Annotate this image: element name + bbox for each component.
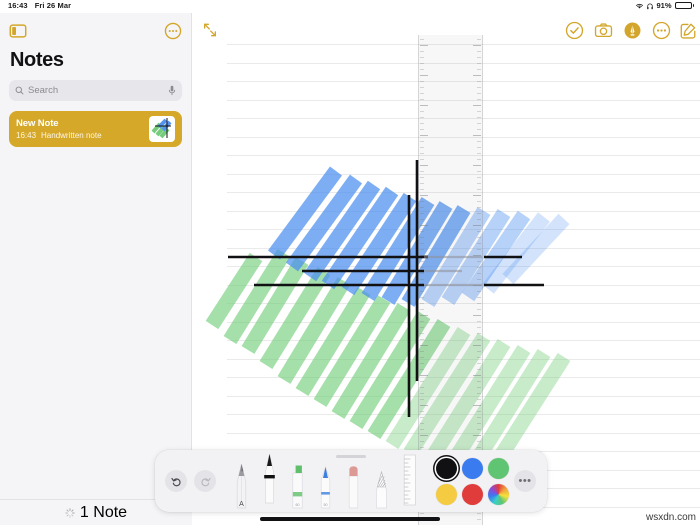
sidebar-header (0, 13, 191, 47)
pen-tool[interactable] (256, 451, 282, 507)
color-swatch-color-picker[interactable] (488, 483, 509, 505)
sync-spinner-icon (65, 507, 75, 518)
battery-percent-label: 91% (656, 1, 672, 10)
undo-button[interactable] (165, 470, 187, 492)
color-swatch-blue[interactable] (462, 457, 483, 479)
status-bar: 16:43 Fri 26 Mar 91% (0, 0, 700, 13)
status-time: 16:43 (8, 1, 28, 10)
palette-more-button[interactable]: ••• (514, 470, 536, 492)
note-detail-pane (192, 13, 700, 525)
note-time: 16:43 (16, 130, 37, 140)
markup-tool-palette: A 60 50 ••• (155, 450, 547, 512)
microphone-icon[interactable] (168, 85, 176, 96)
status-bar-left: 16:43 Fri 26 Mar (8, 1, 71, 10)
svg-text:60: 60 (295, 503, 299, 507)
eraser-tool[interactable] (340, 456, 366, 512)
more-circle-icon[interactable] (163, 21, 183, 41)
note-title: New Note (16, 117, 59, 129)
svg-text:50: 50 (323, 503, 327, 507)
status-bar-right: 91% (635, 1, 694, 10)
color-swatch-black[interactable] (436, 457, 457, 479)
tool-strip: A 60 50 (228, 450, 422, 512)
search-icon (15, 86, 24, 95)
watermark: wsxdn.com (645, 512, 696, 523)
pencil-tool[interactable]: A (228, 456, 254, 512)
headphones-icon (647, 2, 654, 9)
marker-tool[interactable]: 50 (312, 456, 338, 512)
search-bar[interactable] (9, 80, 182, 101)
redo-button[interactable] (194, 470, 216, 492)
ruler-tool[interactable] (396, 451, 422, 507)
undo-arrow-icon (170, 477, 181, 486)
note-subtitle: Handwritten note (41, 130, 102, 140)
svg-text:A: A (239, 501, 244, 508)
search-input[interactable] (28, 85, 168, 96)
color-swatch-green[interactable] (488, 457, 509, 479)
home-indicator[interactable] (260, 517, 440, 521)
ellipsis-icon: ••• (518, 474, 532, 487)
note-meta: 16:43 Handwritten note (16, 130, 149, 141)
redo-arrow-icon (200, 477, 211, 486)
notes-count-label: 1 Note (79, 503, 128, 521)
lasso-tool[interactable] (368, 456, 394, 512)
wifi-icon (636, 3, 644, 8)
color-swatches (436, 457, 509, 505)
battery-icon (674, 1, 694, 10)
page-title: Notes (10, 49, 64, 71)
note-list-item-text: New Note 16:43 Handwritten note (16, 118, 149, 141)
color-swatch-red[interactable] (462, 483, 483, 505)
color-swatch-yellow[interactable] (436, 483, 457, 505)
status-date: Fri 26 Mar (34, 1, 72, 10)
sidebar-toggle-icon[interactable] (8, 21, 28, 41)
note-list-item[interactable]: New Note 16:43 Handwritten note (9, 111, 182, 147)
highlighter-tool[interactable]: 60 (284, 456, 310, 512)
notes-sidebar: Notes New Note 16:43 Handwritten note (0, 13, 192, 525)
note-thumbnail (149, 116, 175, 142)
ipad-notes-app: 16:43 Fri 26 Mar 91% Notes Search New No… (0, 0, 700, 525)
